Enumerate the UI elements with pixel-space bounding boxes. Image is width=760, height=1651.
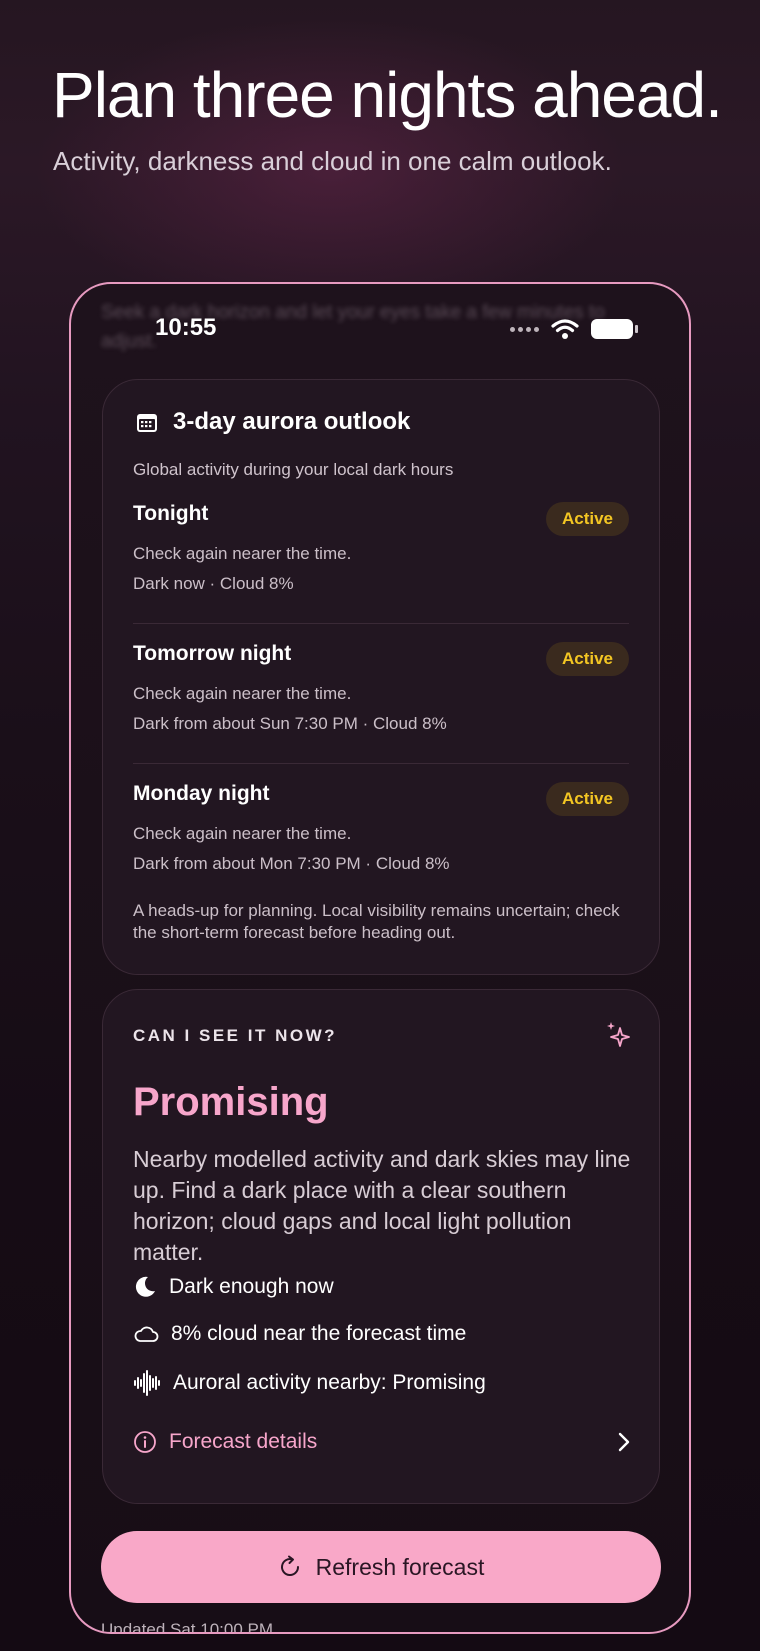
night-message: Check again nearer the time. — [133, 684, 352, 703]
status-time: 10:55 — [155, 314, 217, 341]
battery-icon — [591, 319, 638, 339]
night-message: Check again nearer the time. — [133, 544, 352, 563]
fact-activity: Auroral activity nearby: Promising — [133, 1370, 486, 1396]
marketing-headline: Plan three nights ahead. — [52, 59, 723, 131]
updated-timestamp: Updated Sat 10:00 PM — [101, 1620, 274, 1634]
status-badge: Active — [545, 642, 629, 676]
night-detail: Dark from about Sun 7:30 PM · Cloud 8% — [133, 714, 447, 733]
outlook-subtitle: Global activity during your local dark h… — [133, 460, 454, 479]
visibility-eyebrow: CAN I SEE IT NOW? — [133, 1026, 337, 1045]
marketing-subhead: Activity, darkness and cloud in one calm… — [53, 146, 612, 176]
night-row: Tomorrow night Active Check again nearer… — [133, 642, 629, 733]
sparkle-icon — [607, 1022, 630, 1047]
waveform-icon — [134, 1370, 160, 1396]
night-detail: Dark now · Cloud 8% — [133, 574, 294, 593]
outlook-title: 3-day aurora outlook — [173, 408, 411, 435]
night-row: Monday night Active Check again nearer t… — [133, 782, 629, 873]
forecast-details-label: Forecast details — [169, 1430, 318, 1453]
fact-text: 8% cloud near the forecast time — [171, 1322, 467, 1345]
visibility-card: CAN I SEE IT NOW? Promising Nearby model… — [102, 989, 660, 1504]
signal-dots-icon — [510, 326, 539, 332]
status-badge: Active — [545, 502, 629, 536]
visibility-verdict: Promising — [133, 1080, 329, 1124]
refresh-label: Refresh forecast — [315, 1553, 485, 1580]
divider — [133, 763, 629, 764]
wifi-icon — [551, 319, 579, 339]
fact-text: Auroral activity nearby: Promising — [173, 1371, 486, 1394]
refresh-icon — [280, 1555, 299, 1576]
forecast-details-link[interactable]: Forecast details — [133, 1430, 631, 1454]
calendar-icon — [137, 414, 157, 432]
night-message: Check again nearer the time. — [133, 824, 352, 843]
outlook-card: 3-day aurora outlook Global activity dur… — [102, 379, 660, 975]
refresh-forecast-button[interactable]: Refresh forecast — [101, 1531, 661, 1603]
status-badge: Active — [545, 782, 629, 816]
night-detail: Dark from about Mon 7:30 PM · Cloud 8% — [133, 854, 450, 873]
outlook-header: 3-day aurora outlook — [135, 408, 410, 436]
phone-frame: Seek a dark horizon and let your eyes ta… — [69, 282, 691, 1634]
night-row: Tonight Active Check again nearer the ti… — [133, 502, 629, 593]
fact-text: Dark enough now — [169, 1275, 334, 1298]
visibility-explanation: Nearby modelled activity and dark skies … — [133, 1146, 631, 1265]
cloud-icon — [134, 1326, 159, 1342]
outlook-disclaimer: A heads-up for planning. Local visibilit… — [133, 901, 620, 942]
fact-cloud: 8% cloud near the forecast time — [133, 1322, 466, 1346]
status-icons — [510, 318, 638, 340]
info-icon — [134, 1431, 156, 1453]
divider — [133, 623, 629, 624]
moon-icon — [135, 1276, 155, 1297]
chevron-right-icon — [618, 1432, 630, 1452]
fact-darkness: Dark enough now — [133, 1275, 334, 1299]
